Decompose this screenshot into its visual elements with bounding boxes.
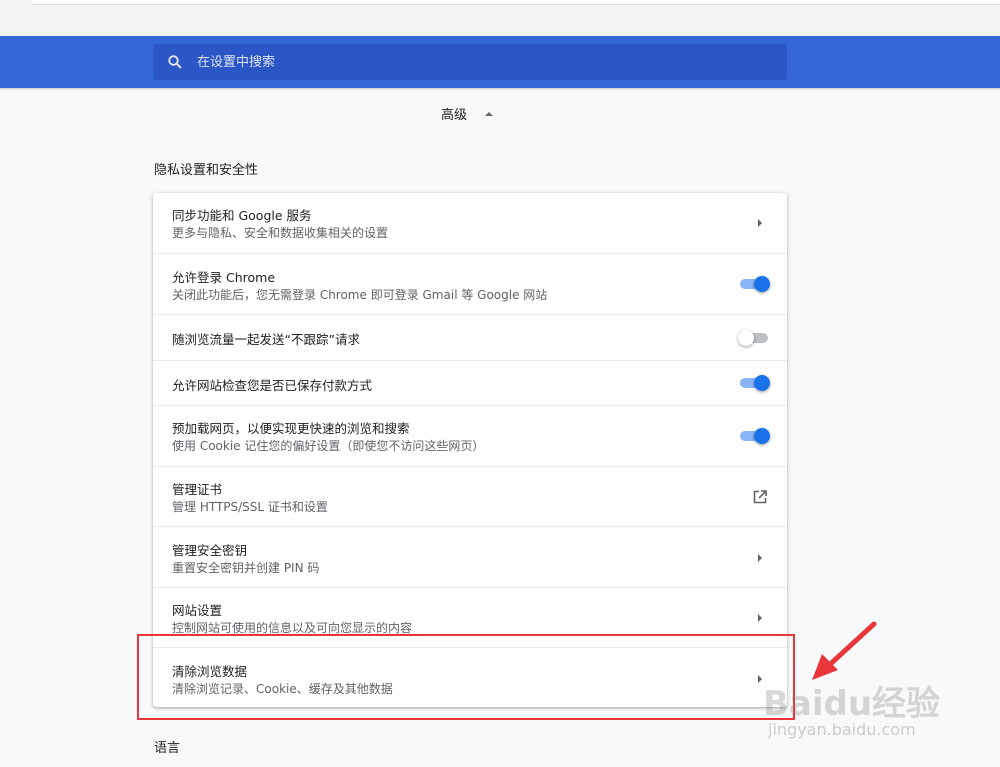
row-title: 同步功能和 Google 服务 (172, 208, 312, 223)
row-subtitle: 更多与隐私、安全和数据收集相关的设置 (172, 226, 389, 240)
arrow-right-icon[interactable] (758, 614, 762, 622)
row-manage-certificates[interactable]: 管理证书 管理 HTTPS/SSL 证书和设置 (153, 466, 787, 526)
toggle-switch[interactable] (740, 428, 770, 444)
advanced-label: 高级 (441, 108, 468, 123)
row-title: 允许网站检查您是否已保存付款方式 (172, 378, 373, 393)
row-title: 随浏览流量一起发送“不跟踪”请求 (172, 332, 360, 347)
toggle-switch[interactable] (738, 330, 768, 346)
toggle-switch[interactable] (740, 375, 770, 391)
arrow-right-icon[interactable] (758, 219, 762, 227)
watermark-url: jingyan.baidu.com (768, 720, 916, 739)
row-subtitle: 关闭此功能后，您无需登录 Chrome 即可登录 Gmail 等 Google … (172, 288, 548, 302)
browser-top-strip (0, 0, 1000, 36)
section-title-language: 语言 (154, 741, 181, 756)
arrow-right-icon[interactable] (758, 554, 762, 562)
external-link-icon[interactable] (752, 489, 768, 505)
row-do-not-track[interactable]: 随浏览流量一起发送“不跟踪”请求 (153, 314, 787, 360)
search-input[interactable] (195, 53, 759, 71)
row-sync-google-services[interactable]: 同步功能和 Google 服务 更多与隐私、安全和数据收集相关的设置 (153, 193, 787, 253)
row-manage-security-keys[interactable]: 管理安全密钥 重置安全密钥并创建 PIN 码 (153, 526, 787, 587)
annotation-highlight-box (137, 634, 795, 720)
row-title: 管理证书 (172, 482, 223, 497)
row-preload-pages[interactable]: 预加载网页，以便实现更快速的浏览和搜索 使用 Cookie 记住您的偏好设置（即… (153, 405, 787, 466)
row-title: 允许登录 Chrome (172, 270, 276, 285)
caret-up-icon (485, 111, 494, 116)
row-payment-methods[interactable]: 允许网站检查您是否已保存付款方式 (153, 360, 787, 405)
row-allow-chrome-signin[interactable]: 允许登录 Chrome 关闭此功能后，您无需登录 Chrome 即可登录 Gma… (153, 253, 787, 314)
row-subtitle: 使用 Cookie 记住您的偏好设置（即使您不访问这些网页） (172, 439, 485, 453)
annotation-arrow-icon (812, 621, 877, 680)
row-subtitle: 重置安全密钥并创建 PIN 码 (172, 561, 320, 575)
search-box[interactable] (153, 44, 787, 80)
section-title: 隐私设置和安全性 (154, 163, 259, 178)
row-title: 网站设置 (172, 603, 223, 618)
tab-strip (32, 0, 1000, 5)
privacy-settings-card: 同步功能和 Google 服务 更多与隐私、安全和数据收集相关的设置 允许登录 … (153, 193, 787, 707)
row-title: 预加载网页，以便实现更快速的浏览和搜索 (172, 421, 410, 436)
toggle-switch[interactable] (740, 276, 770, 292)
row-title: 管理安全密钥 (172, 543, 248, 558)
advanced-toggle[interactable]: 高级 (441, 104, 494, 123)
watermark-logo: Baidu经验 (763, 684, 941, 724)
row-subtitle: 管理 HTTPS/SSL 证书和设置 (172, 500, 328, 514)
search-icon (167, 54, 183, 70)
